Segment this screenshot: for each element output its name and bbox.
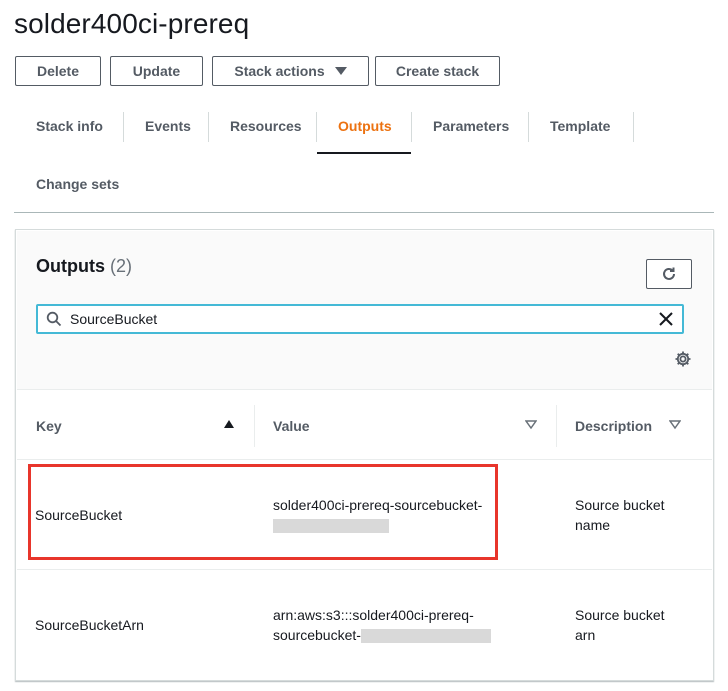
search-field[interactable]: [36, 304, 684, 334]
output-description-sourcebucketarn: Source bucket arn: [575, 605, 665, 645]
column-header-key[interactable]: Key: [36, 418, 62, 434]
tab-divider: [208, 112, 209, 142]
outputs-title: Outputs: [36, 256, 105, 276]
description-line: name: [575, 517, 611, 533]
sort-ascending-icon[interactable]: [224, 420, 234, 428]
refresh-icon: [663, 267, 675, 280]
stack-actions-dropdown[interactable]: Stack actions: [212, 56, 369, 86]
close-icon[interactable]: [658, 311, 674, 327]
column-header-description[interactable]: Description: [575, 418, 652, 434]
column-divider: [254, 405, 255, 447]
outputs-count: (2): [110, 256, 133, 276]
caret-down-icon: [334, 67, 347, 75]
column-header-value[interactable]: Value: [273, 418, 310, 434]
sort-descending-icon[interactable]: [525, 420, 537, 430]
tab-events[interactable]: Events: [145, 118, 191, 134]
highlight-box: [28, 464, 498, 560]
page-title: solder400ci-prereq: [14, 8, 250, 39]
tab-divider: [411, 112, 412, 142]
output-key-sourcebucketarn: SourceBucketArn: [35, 617, 144, 633]
outputs-panel: Outputs (2) SourceBucket Key Value Descr…: [15, 229, 714, 681]
cloudformation-stack-page: solder400ci-prereq Delete Update Stack a…: [0, 0, 728, 691]
tab-stack-info[interactable]: Stack info: [36, 118, 103, 134]
description-line: Source bucket: [575, 497, 665, 513]
tab-divider: [528, 112, 529, 142]
search-input[interactable]: [70, 310, 650, 328]
redacted-block: [360, 629, 491, 644]
tab-divider: [123, 112, 124, 142]
tab-template[interactable]: Template: [550, 118, 610, 134]
tabs-divider: [14, 212, 714, 213]
column-divider: [556, 405, 557, 447]
description-line: Source bucket: [575, 607, 665, 623]
header-bottom-border: [17, 459, 712, 460]
stack-actions-label: Stack actions: [234, 63, 325, 79]
value-text-line2: sourcebucket-: [273, 625, 491, 645]
delete-button-label: Delete: [36, 63, 80, 79]
search-icon: [46, 311, 62, 327]
refresh-button[interactable]: [646, 259, 692, 289]
tab-outputs[interactable]: Outputs: [338, 118, 392, 134]
value-text: arn:aws:s3:::solder400ci-prereq-: [273, 607, 474, 623]
tab-parameters[interactable]: Parameters: [433, 118, 509, 134]
outputs-heading: Outputs (2): [36, 256, 132, 277]
create-stack-label: Create stack: [395, 63, 480, 79]
update-button-label: Update: [132, 63, 181, 79]
output-value-sourcebucketarn: arn:aws:s3:::solder400ci-prereq- sourceb…: [273, 605, 491, 645]
header-top-border: [17, 389, 712, 390]
sort-descending-icon[interactable]: [669, 420, 681, 430]
tab-divider: [633, 112, 634, 142]
description-line: arn: [575, 627, 596, 643]
tab-divider: [316, 112, 317, 142]
output-description-sourcebucket: Source bucket name: [575, 495, 665, 535]
active-tab-indicator: [317, 152, 411, 154]
delete-button[interactable]: Delete: [15, 56, 101, 86]
create-stack-button[interactable]: Create stack: [375, 56, 500, 86]
value-text: sourcebucket-: [273, 627, 361, 643]
row-border: [17, 569, 712, 570]
tab-resources[interactable]: Resources: [230, 118, 302, 134]
tab-change-sets[interactable]: Change sets: [36, 176, 119, 192]
update-button[interactable]: Update: [110, 56, 203, 86]
gear-icon[interactable]: [674, 350, 692, 368]
